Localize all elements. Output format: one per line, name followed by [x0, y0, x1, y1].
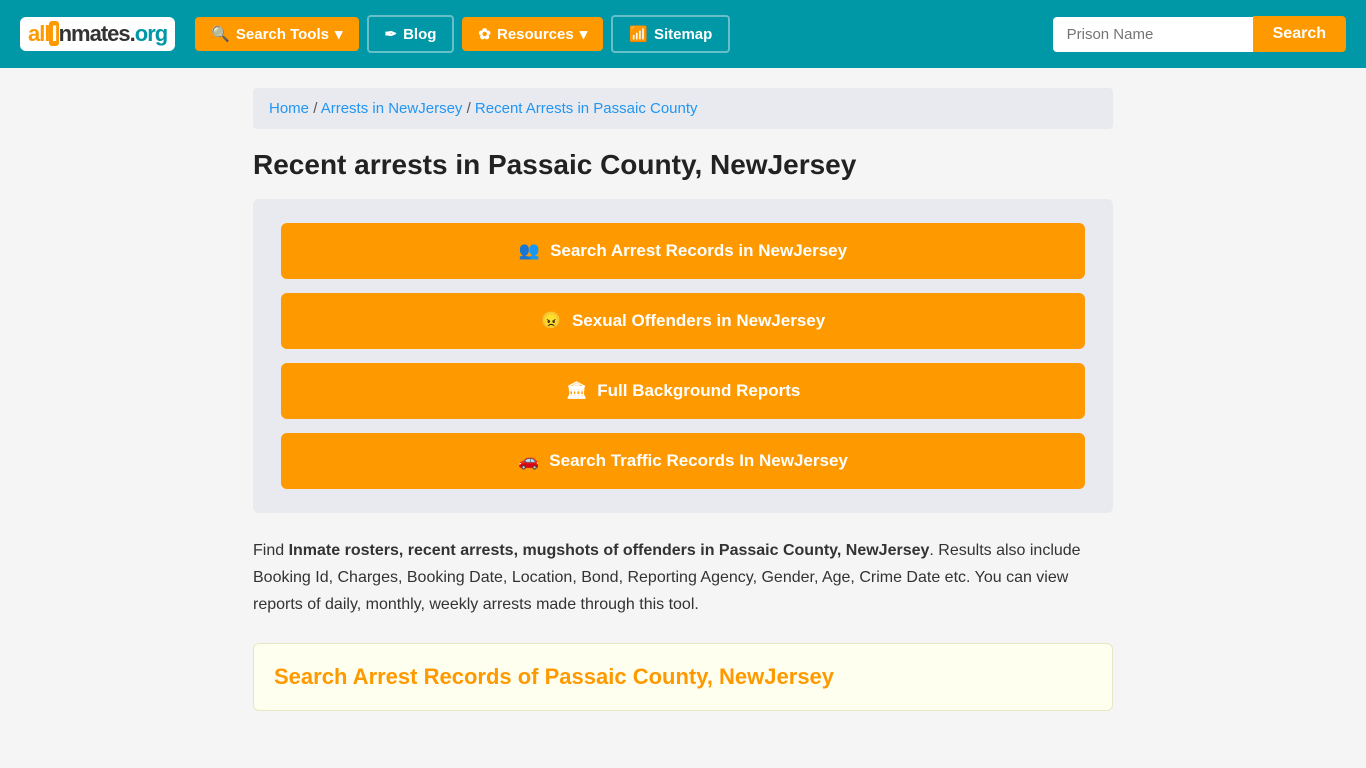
sexual-offenders-button[interactable]: 😠 Sexual Offenders in NewJersey — [281, 293, 1085, 349]
breadcrumb-home[interactable]: Home — [269, 100, 309, 117]
breadcrumb-arrests-nj[interactable]: Arrests in NewJersey — [321, 100, 463, 117]
breadcrumb-sep1: / — [313, 100, 321, 117]
main-nav: 🔍 Search Tools ▾ ✒ Blog ✿ Resources ▾ 📶 … — [175, 15, 1052, 53]
logo-nmates: nmates. — [59, 21, 135, 46]
logo-i: I — [49, 21, 58, 46]
nav-sitemap[interactable]: 📶 Sitemap — [611, 15, 730, 53]
background-reports-icon: 🏛 — [566, 381, 588, 401]
traffic-records-label: Search Traffic Records In NewJersey — [549, 451, 848, 471]
breadcrumb: Home / Arrests in NewJersey / Recent Arr… — [253, 88, 1113, 129]
logo-area: allInmates.org — [20, 17, 175, 51]
search-tools-label: Search Tools — [236, 26, 329, 43]
nav-blog[interactable]: ✒ Blog — [367, 15, 455, 53]
search-arrest-records-button[interactable]: 👥 Search Arrest Records in NewJersey — [281, 223, 1085, 279]
main-content: Home / Arrests in NewJersey / Recent Arr… — [233, 68, 1133, 731]
description-prefix: Find — [253, 542, 289, 559]
resources-dropdown-icon: ▾ — [580, 25, 588, 43]
blog-icon: ✒ — [385, 25, 398, 43]
search-tools-dropdown-icon: ▾ — [335, 25, 343, 43]
header: allInmates.org 🔍 Search Tools ▾ ✒ Blog ✿… — [0, 0, 1366, 68]
traffic-records-icon: 🚗 — [518, 451, 539, 471]
nav-search-tools[interactable]: 🔍 Search Tools ▾ — [195, 17, 358, 51]
bottom-search-box: Search Arrest Records of Passaic County,… — [253, 643, 1113, 711]
sexual-offenders-label: Sexual Offenders in NewJersey — [572, 311, 825, 331]
traffic-records-button[interactable]: 🚗 Search Traffic Records In NewJersey — [281, 433, 1085, 489]
arrest-records-icon: 👥 — [519, 241, 540, 261]
sexual-offenders-icon: 😠 — [541, 311, 562, 331]
header-search-button[interactable]: Search — [1253, 16, 1346, 52]
bottom-search-title: Search Arrest Records of Passaic County,… — [274, 664, 1092, 690]
nav-resources[interactable]: ✿ Resources ▾ — [462, 17, 603, 51]
logo-org: org — [135, 21, 167, 46]
breadcrumb-recent-arrests[interactable]: Recent Arrests in Passaic County — [475, 100, 698, 117]
logo[interactable]: allInmates.org — [20, 17, 175, 51]
page-title: Recent arrests in Passaic County, NewJer… — [253, 149, 1113, 181]
resources-label: Resources — [497, 26, 574, 43]
arrest-records-label: Search Arrest Records in NewJersey — [550, 241, 847, 261]
page-description: Find Inmate rosters, recent arrests, mug… — [253, 537, 1113, 619]
background-reports-label: Full Background Reports — [597, 381, 800, 401]
prison-name-input[interactable] — [1053, 17, 1253, 52]
breadcrumb-sep2: / — [467, 100, 475, 117]
sitemap-icon: 📶 — [629, 25, 648, 43]
resources-icon: ✿ — [478, 25, 491, 43]
sitemap-label: Sitemap — [654, 26, 712, 43]
header-search-area: Search — [1053, 16, 1346, 52]
background-reports-button[interactable]: 🏛 Full Background Reports — [281, 363, 1085, 419]
description-bold: Inmate rosters, recent arrests, mugshots… — [289, 542, 930, 559]
action-buttons-container: 👥 Search Arrest Records in NewJersey 😠 S… — [253, 199, 1113, 513]
header-search-button-label: Search — [1273, 25, 1326, 42]
logo-all: all — [28, 21, 49, 46]
search-tools-icon: 🔍 — [211, 25, 230, 43]
blog-label: Blog — [403, 26, 436, 43]
